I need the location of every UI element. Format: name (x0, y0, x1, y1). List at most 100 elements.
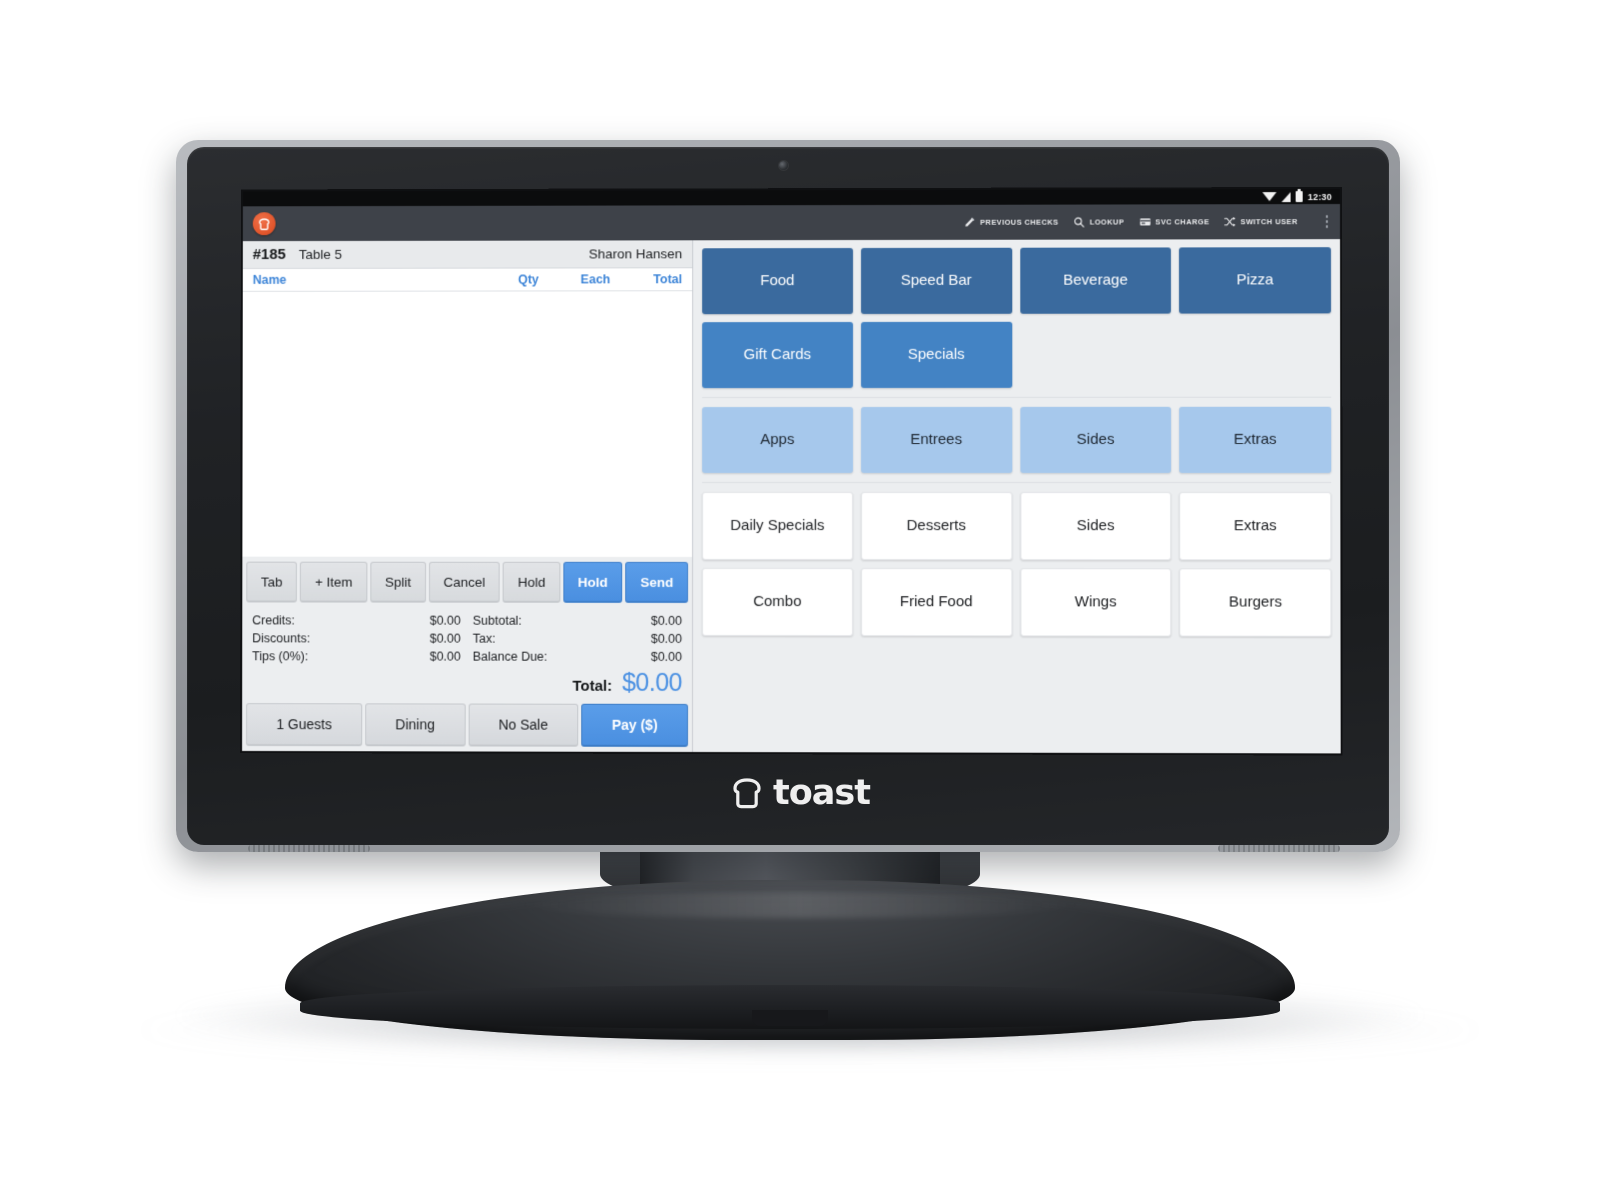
guests-button[interactable]: 1 Guests (246, 703, 363, 747)
subtotal-label: Subtotal: (472, 613, 522, 628)
tab-button[interactable]: Tab (246, 561, 298, 603)
no-sale-button[interactable]: No Sale (468, 703, 579, 747)
subcategory-button-sides[interactable]: Sides (1019, 406, 1172, 474)
overflow-dot (1325, 215, 1329, 218)
overflow-menu-icon[interactable] (1320, 211, 1334, 233)
svc-charge-button[interactable]: SVC CHARGE (1138, 215, 1209, 228)
grand-total-row: Total: $0.00 (242, 668, 693, 704)
hold-blue-button[interactable]: Hold (563, 561, 623, 603)
stand-base-highlight (520, 892, 1080, 918)
order-table-header: Name Qty Each Total (242, 268, 693, 292)
search-icon (1073, 216, 1086, 229)
category-slot-empty (1020, 322, 1171, 388)
credits-label: Credits: (252, 613, 295, 628)
menu-item-button-wings[interactable]: Wings (1019, 568, 1172, 637)
menu-item-grid: Daily Specials Desserts Sides Extras Com… (702, 491, 1332, 637)
subcategory-button-extras[interactable]: Extras (1179, 406, 1332, 474)
totals-left-column: Credits: $0.00 Discounts: $0.00 Tips (0%… (252, 611, 461, 665)
tips-value: $0.00 (429, 649, 461, 664)
lookup-label: LOOKUP (1089, 217, 1125, 227)
subtotal-value: $0.00 (650, 613, 683, 628)
category-grid: Food Speed Bar Beverage Pizza Gift Cards… (702, 247, 1332, 389)
tax-label: Tax: (472, 631, 496, 646)
pencil-icon (964, 217, 974, 227)
device-brand: toast (0, 762, 1600, 824)
category-button-pizza[interactable]: Pizza (1179, 247, 1332, 314)
battery-icon (1295, 191, 1303, 203)
balance-due-value: $0.00 (650, 649, 683, 664)
switch-user-label: SWITCH USER (1240, 217, 1298, 227)
check-totals: Credits: $0.00 Discounts: $0.00 Tips (0%… (242, 606, 693, 669)
category-button-gift-cards[interactable]: Gift Cards (702, 321, 853, 389)
product-photo-scene: toast 12:30 PREVIOUS CHECKS LOOKUP SVC C… (0, 0, 1600, 1200)
screen: 12:30 PREVIOUS CHECKS LOOKUP SVC CHARGE … (242, 188, 1341, 754)
device-brand-name: toast (773, 773, 871, 813)
totals-right-column: Subtotal: $0.00 Tax: $0.00 Balance Due: … (461, 612, 682, 666)
menu-divider (702, 481, 1332, 484)
tips-row: Tips (0%): $0.00 (252, 647, 461, 665)
add-item-button[interactable]: + Item (300, 561, 368, 603)
menu-item-button-extras[interactable]: Extras (1179, 492, 1332, 561)
hold-button[interactable]: Hold (503, 561, 561, 603)
menu-item-button-combo[interactable]: Combo (702, 567, 853, 637)
toast-bread-logo-icon (733, 778, 761, 809)
toolbar-actions: PREVIOUS CHECKS LOOKUP SVC CHARGE SWITCH… (963, 211, 1334, 234)
overflow-dot (1325, 225, 1329, 228)
balance-due-row: Balance Due: $0.00 (473, 648, 682, 666)
discounts-value: $0.00 (429, 631, 461, 646)
order-items-list[interactable] (242, 291, 693, 557)
app-toolbar: PREVIOUS CHECKS LOOKUP SVC CHARGE SWITCH… (242, 204, 1341, 242)
menu-panel: Food Speed Bar Beverage Pizza Gift Cards… (692, 239, 1341, 754)
menu-item-button-daily-specials[interactable]: Daily Specials (702, 491, 853, 561)
check-header: #185 Table 5 Sharon Hansen (242, 240, 693, 269)
switch-user-button[interactable]: SWITCH USER (1223, 215, 1298, 228)
menu-item-button-fried-food[interactable]: Fried Food (860, 568, 1012, 637)
pay-button[interactable]: Pay ($) (581, 703, 689, 747)
column-header-name: Name (252, 272, 287, 287)
cell-signal-icon (1281, 191, 1291, 202)
tax-row: Tax: $0.00 (473, 630, 682, 648)
toast-bread-logo-icon (258, 217, 271, 231)
wifi-icon (1262, 192, 1277, 202)
subcategory-button-apps[interactable]: Apps (702, 406, 853, 474)
category-button-beverage[interactable]: Beverage (1019, 247, 1172, 314)
front-camera-icon (779, 161, 788, 170)
card-swipe-icon (1139, 218, 1150, 226)
subcategory-grid: Apps Entrees Sides Extras (702, 406, 1332, 474)
credits-value: $0.00 (429, 613, 461, 628)
column-header-total: Total (653, 272, 683, 287)
check-bottom-buttons: 1 Guests Dining No Sale Pay ($) (242, 703, 693, 752)
category-slot-empty (1179, 321, 1331, 387)
shuffle-arrows-icon (1223, 215, 1236, 228)
menu-item-button-desserts[interactable]: Desserts (860, 492, 1012, 561)
split-button[interactable]: Split (370, 561, 426, 603)
status-bar-clock: 12:30 (1307, 191, 1332, 202)
cancel-button[interactable]: Cancel (428, 561, 501, 603)
category-button-food[interactable]: Food (702, 248, 853, 315)
send-button[interactable]: Send (625, 561, 689, 603)
speaker-grille-left (248, 845, 370, 852)
previous-checks-label: PREVIOUS CHECKS (980, 217, 1059, 227)
column-header-qty: Qty (517, 272, 539, 287)
discounts-row: Discounts: $0.00 (252, 629, 461, 647)
svc-charge-label: SVC CHARGE (1155, 217, 1210, 227)
menu-divider (702, 396, 1332, 399)
category-button-specials[interactable]: Specials (860, 321, 1012, 388)
toast-app-icon[interactable] (252, 212, 276, 236)
menu-item-button-burgers[interactable]: Burgers (1179, 568, 1332, 637)
menu-item-button-sides[interactable]: Sides (1019, 492, 1172, 561)
dining-button[interactable]: Dining (365, 703, 466, 747)
stand-base-notch (752, 1010, 828, 1026)
overflow-dot (1325, 220, 1329, 223)
menu-group-top-categories: Food Speed Bar Beverage Pizza Gift Cards… (702, 247, 1332, 389)
subcategory-button-entrees[interactable]: Entrees (860, 406, 1012, 474)
previous-checks-button[interactable]: PREVIOUS CHECKS (963, 216, 1059, 229)
category-button-speed-bar[interactable]: Speed Bar (860, 247, 1012, 314)
grand-total-label: Total: (572, 677, 613, 695)
subtotal-row: Subtotal: $0.00 (473, 612, 682, 630)
lookup-button[interactable]: LOOKUP (1073, 215, 1125, 228)
tax-value: $0.00 (650, 631, 683, 646)
check-table[interactable]: Table 5 (299, 247, 342, 262)
speaker-grille-right (1218, 845, 1340, 852)
